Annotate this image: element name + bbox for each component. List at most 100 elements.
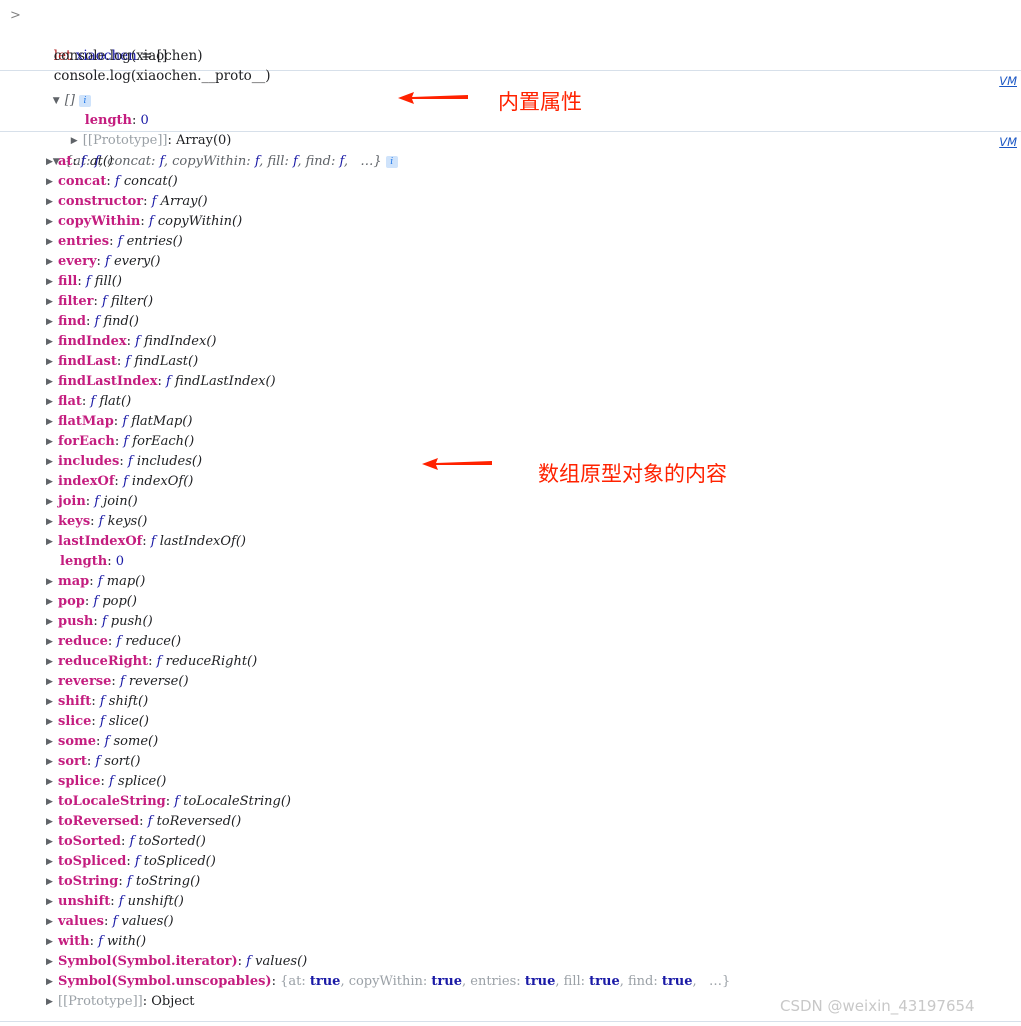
triangle-right-icon[interactable]: ▶ — [46, 632, 58, 652]
triangle-right-icon[interactable]: ▶ — [46, 472, 58, 492]
prototype-row-some[interactable]: ▶ some: f some() — [0, 732, 1021, 752]
triangle-right-icon[interactable]: ▶ — [46, 872, 58, 892]
prototype-row-filter[interactable]: ▶ filter: f filter() — [0, 292, 1021, 312]
prototype-row-copywithin[interactable]: ▶ copyWithin: f copyWithin() — [0, 212, 1021, 232]
prototype-row-every[interactable]: ▶ every: f every() — [0, 252, 1021, 272]
preview-token: true — [309, 974, 341, 989]
prototype-row-shift[interactable]: ▶ shift: f shift() — [0, 692, 1021, 712]
property-key: includes — [58, 454, 120, 469]
triangle-right-icon[interactable]: ▶ — [46, 732, 58, 752]
prototype-row-tostring[interactable]: ▶ toString: f toString() — [0, 872, 1021, 892]
property-value: fill() — [90, 274, 122, 289]
prototype-row-sort[interactable]: ▶ sort: f sort() — [0, 752, 1021, 772]
colon-sep: : — [157, 374, 167, 389]
prototype-row-foreach[interactable]: ▶ forEach: f forEach() — [0, 432, 1021, 452]
triangle-right-icon[interactable]: ▶ — [46, 152, 58, 172]
triangle-right-icon[interactable]: ▶ — [46, 692, 58, 712]
triangle-right-icon[interactable]: ▶ — [46, 892, 58, 912]
prototype-row-flat[interactable]: ▶ flat: f flat() — [0, 392, 1021, 412]
source-link-vm-1[interactable]: VM — [999, 71, 1017, 91]
prototype-row-findlastindex[interactable]: ▶ findLastIndex: f findLastIndex() — [0, 372, 1021, 392]
prototype-row-symbol(symbol.iterator)[interactable]: ▶ Symbol(Symbol.iterator): f values() — [0, 952, 1021, 972]
prototype-row-flatmap[interactable]: ▶ flatMap: f flatMap() — [0, 412, 1021, 432]
property-value: 0 — [115, 554, 125, 569]
triangle-right-icon[interactable]: ▶ — [46, 832, 58, 852]
triangle-right-icon[interactable]: ▶ — [46, 952, 58, 972]
triangle-right-icon[interactable]: ▶ — [46, 452, 58, 472]
triangle-right-icon[interactable]: ▶ — [46, 332, 58, 352]
prototype-row-constructor[interactable]: ▶ constructor: f Array() — [0, 192, 1021, 212]
triangle-right-icon[interactable]: ▶ — [46, 392, 58, 412]
prototype-row-unshift[interactable]: ▶ unshift: f unshift() — [0, 892, 1021, 912]
console-input-line-2[interactable]: console.log(xiaochen.__proto__) — [0, 46, 1021, 84]
console-input-line-1[interactable]: console.log(xiaochen) — [0, 26, 1021, 64]
prototype-expand-header[interactable]: ▼ {at: f, concat: f, copyWithin: f, fill:… — [0, 132, 1021, 169]
triangle-right-icon[interactable]: ▶ — [46, 512, 58, 532]
triangle-right-icon[interactable]: ▶ — [46, 312, 58, 332]
prototype-row-splice[interactable]: ▶ splice: f splice() — [0, 772, 1021, 792]
triangle-right-icon[interactable]: ▶ — [46, 752, 58, 772]
prototype-row-concat[interactable]: ▶ concat: f concat() — [0, 172, 1021, 192]
console-input-line-0[interactable]: > let xiaochen = [] — [0, 6, 1021, 64]
triangle-right-icon[interactable]: ▶ — [46, 192, 58, 212]
prototype-row-with[interactable]: ▶ with: f with() — [0, 932, 1021, 952]
triangle-right-icon[interactable]: ▶ — [46, 252, 58, 272]
prototype-row-join[interactable]: ▶ join: f join() — [0, 492, 1021, 512]
prototype-row-slice[interactable]: ▶ slice: f slice() — [0, 712, 1021, 732]
triangle-right-icon[interactable]: ▶ — [46, 812, 58, 832]
prototype-row-toreversed[interactable]: ▶ toReversed: f toReversed() — [0, 812, 1021, 832]
prototype-row-find[interactable]: ▶ find: f find() — [0, 312, 1021, 332]
triangle-right-icon[interactable]: ▶ — [46, 572, 58, 592]
triangle-right-icon[interactable]: ▶ — [46, 612, 58, 632]
triangle-right-icon[interactable]: ▶ — [46, 972, 58, 992]
triangle-right-icon[interactable]: ▶ — [46, 792, 58, 812]
prototype-row-tospliced[interactable]: ▶ toSpliced: f toSpliced() — [0, 852, 1021, 872]
triangle-right-icon[interactable]: ▶ — [46, 652, 58, 672]
property-key: length — [60, 554, 108, 569]
prototype-row-findlast[interactable]: ▶ findLast: f findLast() — [0, 352, 1021, 372]
prototype-row-values[interactable]: ▶ values: f values() — [0, 912, 1021, 932]
prototype-row-tolocalestring[interactable]: ▶ toLocaleString: f toLocaleString() — [0, 792, 1021, 812]
triangle-right-icon[interactable]: ▶ — [46, 412, 58, 432]
triangle-right-icon[interactable]: ▶ — [46, 672, 58, 692]
triangle-right-icon[interactable]: ▶ — [46, 592, 58, 612]
triangle-right-icon[interactable]: ▶ — [46, 372, 58, 392]
prototype-row-reduce[interactable]: ▶ reduce: f reduce() — [0, 632, 1021, 652]
prototype-row-tosorted[interactable]: ▶ toSorted: f toSorted() — [0, 832, 1021, 852]
property-value: at() — [85, 154, 114, 169]
triangle-right-icon[interactable]: ▶ — [46, 432, 58, 452]
prototype-row-keys[interactable]: ▶ keys: f keys() — [0, 512, 1021, 532]
prototype-row-entries[interactable]: ▶ entries: f entries() — [0, 232, 1021, 252]
prototype-row-pop[interactable]: ▶ pop: f pop() — [0, 592, 1021, 612]
prototype-row-at[interactable]: ▶ at: f at() — [0, 152, 1021, 172]
triangle-right-icon[interactable]: ▶ — [46, 352, 58, 372]
triangle-right-icon[interactable]: ▶ — [46, 992, 58, 1012]
prototype-row-reverse[interactable]: ▶ reverse: f reverse() — [0, 672, 1021, 692]
triangle-right-icon[interactable]: ▶ — [46, 292, 58, 312]
source-link-vm-2[interactable]: VM — [999, 132, 1017, 152]
property-value: shift() — [104, 694, 149, 709]
prototype-row-lastindexof[interactable]: ▶ lastIndexOf: f lastIndexOf() — [0, 532, 1021, 552]
colon-sep: : — [118, 874, 127, 889]
triangle-right-icon[interactable]: ▶ — [46, 272, 58, 292]
triangle-right-icon[interactable]: ▶ — [46, 492, 58, 512]
triangle-right-icon[interactable]: ▶ — [46, 212, 58, 232]
prototype-row-indexof[interactable]: ▶ indexOf: f indexOf() — [0, 472, 1021, 492]
prototype-row-findindex[interactable]: ▶ findIndex: f findIndex() — [0, 332, 1021, 352]
prototype-row-symbol-unscopables[interactable]: ▶ Symbol(Symbol.unscopables): {at: true, … — [0, 972, 1021, 992]
triangle-right-icon[interactable]: ▶ — [46, 772, 58, 792]
triangle-right-icon[interactable]: ▶ — [46, 232, 58, 252]
prototype-row-includes[interactable]: ▶ includes: f includes() — [0, 452, 1021, 472]
prototype-row-map[interactable]: ▶ map: f map() — [0, 572, 1021, 592]
colon-sep: : — [140, 214, 149, 229]
prototype-row-fill[interactable]: ▶ fill: f fill() — [0, 272, 1021, 292]
prototype-row-reduceright[interactable]: ▶ reduceRight: f reduceRight() — [0, 652, 1021, 672]
triangle-right-icon[interactable]: ▶ — [46, 712, 58, 732]
colon-sep: : — [142, 534, 151, 549]
triangle-right-icon[interactable]: ▶ — [46, 912, 58, 932]
triangle-right-icon[interactable]: ▶ — [46, 932, 58, 952]
triangle-right-icon[interactable]: ▶ — [46, 852, 58, 872]
triangle-right-icon[interactable]: ▶ — [46, 172, 58, 192]
prototype-row-push[interactable]: ▶ push: f push() — [0, 612, 1021, 632]
triangle-right-icon[interactable]: ▶ — [46, 532, 58, 552]
